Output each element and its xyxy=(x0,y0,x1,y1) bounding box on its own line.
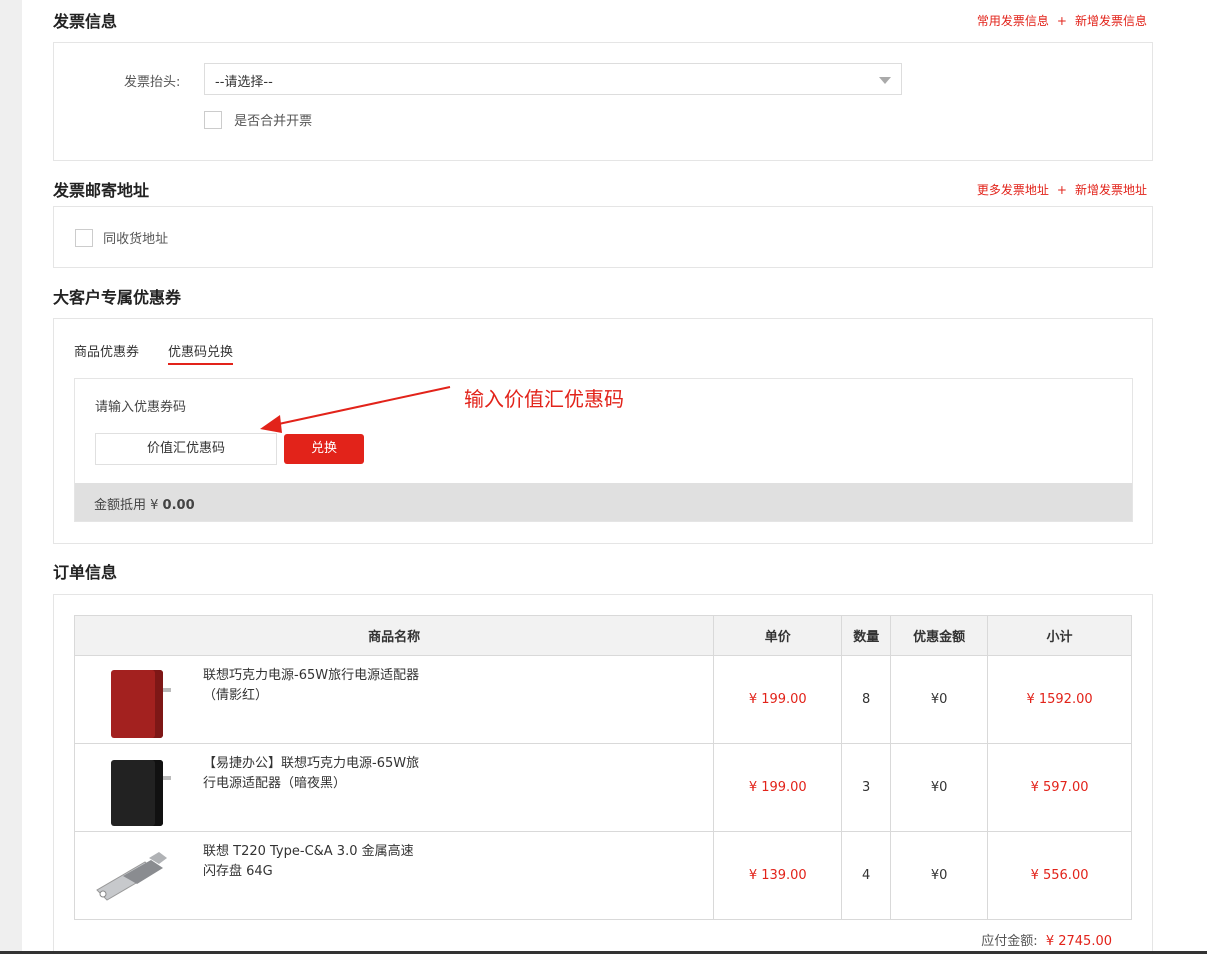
coupon-title: 大客户专属优惠券 xyxy=(53,288,182,307)
add-invoice-link[interactable]: 新增发票信息 xyxy=(1075,14,1147,28)
plug-prong xyxy=(163,688,171,692)
table-row: 联想 T220 Type-C&A 3.0 金属高速 闪存盘 64G ¥ 139.0… xyxy=(73,831,1132,920)
product-cell: 联想 T220 Type-C&A 3.0 金属高速 闪存盘 64G xyxy=(73,831,715,920)
coupon-section-header: 大客户专属优惠券 xyxy=(53,284,1153,318)
deduction-value: 0.00 xyxy=(162,498,195,513)
quantity: 8 xyxy=(841,655,892,744)
black-power-adapter-image xyxy=(111,760,163,826)
unit-price: ¥ 199.00 xyxy=(713,655,843,744)
annotation-text: 输入价值汇优惠码 xyxy=(464,387,624,411)
order-total: 应付金额: ¥ 2745.00 xyxy=(981,930,1112,949)
invoice-header-select-value: --请选择-- xyxy=(215,75,273,90)
col-name: 商品名称 xyxy=(73,615,715,656)
merge-invoice-label: 是否合并开票 xyxy=(234,114,313,129)
coupon-code-input[interactable]: 价值汇优惠码 xyxy=(95,433,277,465)
subtotal: ¥ 1592.00 xyxy=(987,655,1132,744)
tab-code-redeem[interactable]: 优惠码兑换 xyxy=(168,341,234,365)
total-label: 应付金额: xyxy=(981,934,1038,949)
same-address-checkbox[interactable] xyxy=(75,228,93,247)
col-qty: 数量 xyxy=(841,615,892,656)
product-cell: 联想巧克力电源-65W旅行电源适配器 （倩影红） xyxy=(73,655,715,744)
product-cell: 【易捷办公】联想巧克力电源-65W旅 行电源适配器（暗夜黑） xyxy=(73,743,715,832)
unit-price: ¥ 199.00 xyxy=(713,743,843,832)
invoice-section-header: 发票信息 常用发票信息 + 新增发票信息 xyxy=(53,8,1153,42)
same-address-label: 同收货地址 xyxy=(103,232,169,247)
plug-prong xyxy=(163,776,171,780)
order-box: 商品名称 单价 数量 优惠金额 小计 联想巧克力电源-65W旅行电源适配器 （倩影… xyxy=(53,594,1153,954)
discount-amount: ¥0 xyxy=(890,655,989,744)
more-address-link[interactable]: 更多发票地址 xyxy=(977,183,1049,197)
quantity: 3 xyxy=(841,743,892,832)
plus-icon: + xyxy=(1056,14,1067,28)
invoice-title: 发票信息 xyxy=(53,12,118,31)
order-table-header: 商品名称 单价 数量 优惠金额 小计 xyxy=(73,615,1132,656)
col-price: 单价 xyxy=(713,615,843,656)
checkout-page: 发票信息 常用发票信息 + 新增发票信息 发票抬头: --请选择-- 是否合并开票 … xyxy=(53,0,1153,954)
mailing-title: 发票邮寄地址 xyxy=(53,181,150,200)
mailing-box: 同收货地址 xyxy=(53,206,1153,268)
invoice-header-label: 发票抬头: xyxy=(124,75,181,90)
invoice-header-select[interactable]: --请选择-- xyxy=(204,63,902,95)
coupon-box: 商品优惠券 优惠码兑换 请输入优惠券码 价值汇优惠码 兑换 金额抵用 ¥ 0.0… xyxy=(53,318,1153,544)
subtotal: ¥ 556.00 xyxy=(987,831,1132,920)
table-row: 联想巧克力电源-65W旅行电源适配器 （倩影红） ¥ 199.00 8 ¥0 ¥ … xyxy=(73,655,1132,744)
deduction-label: 金额抵用 ¥ 0.00 xyxy=(94,498,195,513)
invoice-links: 常用发票信息 + 新增发票信息 xyxy=(977,12,1147,29)
left-scroll-strip xyxy=(0,0,22,954)
mailing-links: 更多发票地址 + 新增发票地址 xyxy=(977,181,1147,198)
order-table: 商品名称 单价 数量 优惠金额 小计 联想巧克力电源-65W旅行电源适配器 （倩影… xyxy=(73,615,1132,920)
subtotal: ¥ 597.00 xyxy=(987,743,1132,832)
merge-invoice-option[interactable]: 是否合并开票 xyxy=(204,110,312,129)
same-address-option[interactable]: 同收货地址 xyxy=(75,228,168,247)
table-row: 【易捷办公】联想巧克力电源-65W旅 行电源适配器（暗夜黑） ¥ 199.00 3… xyxy=(73,743,1132,832)
product-name[interactable]: 联想巧克力电源-65W旅行电源适配器 （倩影红） xyxy=(203,666,419,706)
invoice-box: 发票抬头: --请选择-- 是否合并开票 xyxy=(53,42,1153,161)
add-address-link[interactable]: 新增发票地址 xyxy=(1075,183,1147,197)
redeem-prompt: 请输入优惠券码 xyxy=(95,400,187,415)
common-invoice-link[interactable]: 常用发票信息 xyxy=(977,14,1049,28)
tab-product-coupon[interactable]: 商品优惠券 xyxy=(74,341,139,360)
unit-price: ¥ 139.00 xyxy=(713,831,843,920)
order-title: 订单信息 xyxy=(53,563,118,582)
red-power-adapter-image xyxy=(111,670,163,738)
plus-icon: + xyxy=(1056,183,1067,197)
usb-flash-drive-image xyxy=(96,852,167,901)
col-subtotal: 小计 xyxy=(987,615,1132,656)
discount-amount: ¥0 xyxy=(890,743,989,832)
discount-amount: ¥0 xyxy=(890,831,989,920)
product-name[interactable]: 联想 T220 Type-C&A 3.0 金属高速 闪存盘 64G xyxy=(203,842,414,882)
order-section-header: 订单信息 xyxy=(53,559,1153,593)
total-value: ¥ 2745.00 xyxy=(1045,934,1112,949)
product-name[interactable]: 【易捷办公】联想巧克力电源-65W旅 行电源适配器（暗夜黑） xyxy=(203,754,419,794)
quantity: 4 xyxy=(841,831,892,920)
chevron-down-icon xyxy=(879,77,891,84)
deduction-bar: 金额抵用 ¥ 0.00 xyxy=(75,483,1132,521)
col-discount: 优惠金额 xyxy=(890,615,989,656)
arrow-annotation-icon xyxy=(260,386,451,433)
merge-invoice-checkbox[interactable] xyxy=(204,110,222,129)
